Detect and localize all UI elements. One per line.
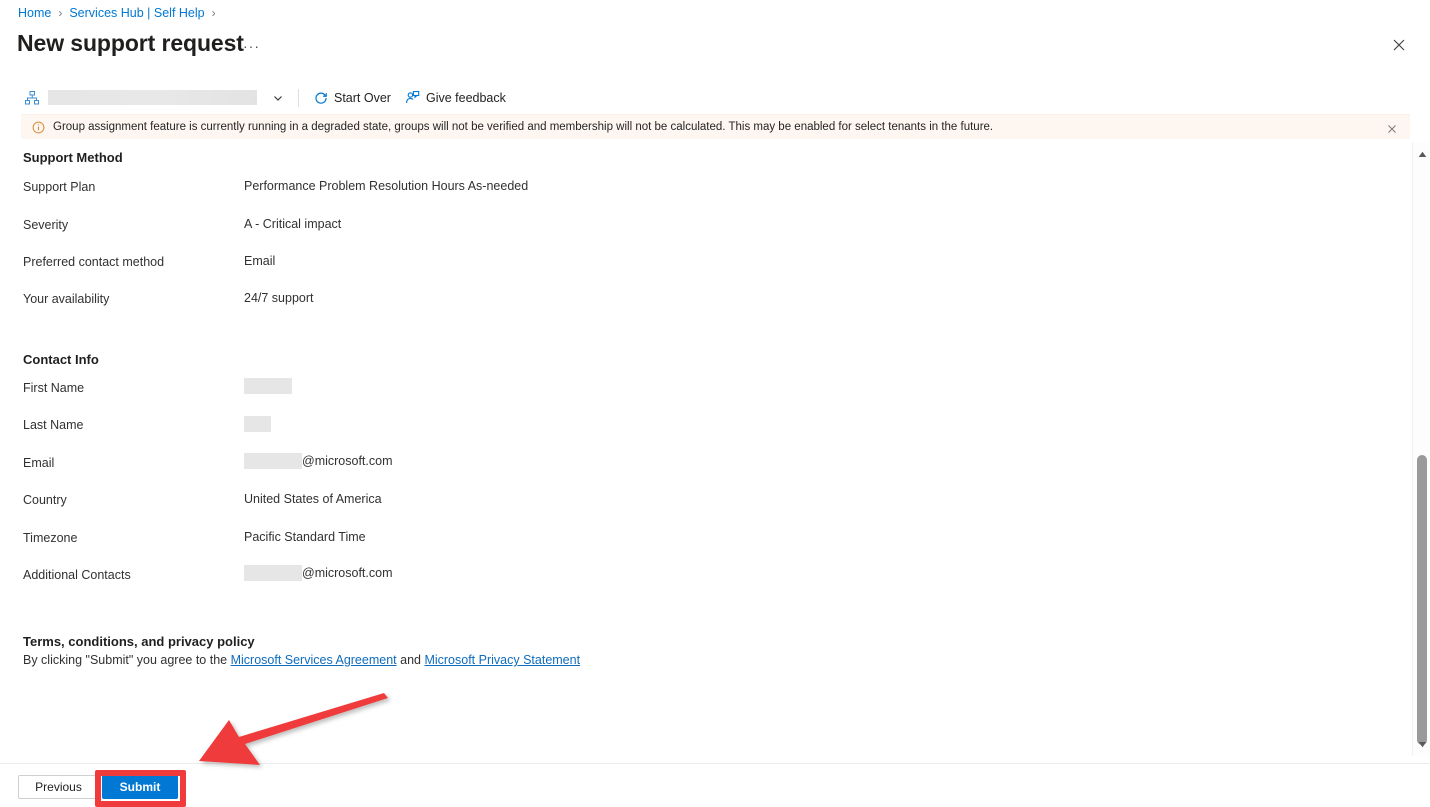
notification-message: Group assignment feature is currently ru… bbox=[53, 121, 994, 133]
info-circle-icon bbox=[31, 120, 45, 134]
terms-text: By clicking "Submit" you agree to the Mi… bbox=[23, 653, 580, 667]
give-feedback-button[interactable]: Give feedback bbox=[405, 90, 506, 105]
support-request-page: Home › Services Hub | Self Help › New su… bbox=[0, 0, 1430, 807]
redacted-first-name bbox=[244, 378, 292, 394]
label-last-name: Last Name bbox=[23, 418, 84, 432]
refresh-icon bbox=[313, 90, 328, 105]
vertical-scrollbar[interactable] bbox=[1412, 142, 1430, 756]
value-preferred-contact-method: Email bbox=[244, 254, 276, 268]
command-bar: Start Over Give feedback bbox=[0, 84, 1430, 111]
form-content: Support Method Support Plan Performance … bbox=[0, 142, 1412, 752]
section-heading-terms: Terms, conditions, and privacy policy bbox=[23, 634, 255, 649]
value-support-plan: Performance Problem Resolution Hours As-… bbox=[244, 179, 529, 193]
label-timezone: Timezone bbox=[23, 531, 78, 545]
label-first-name: First Name bbox=[23, 381, 85, 395]
scope-selector-value[interactable] bbox=[48, 90, 257, 105]
value-first-name bbox=[244, 378, 292, 394]
value-email: @microsoft.com bbox=[244, 453, 392, 469]
scroll-thumb[interactable] bbox=[1417, 455, 1427, 745]
value-country: United States of America bbox=[244, 492, 382, 506]
previous-button[interactable]: Previous bbox=[18, 775, 99, 799]
email-domain: @microsoft.com bbox=[302, 454, 393, 468]
label-severity: Severity bbox=[23, 218, 69, 232]
value-your-availability: 24/7 support bbox=[244, 291, 314, 305]
give-feedback-label: Give feedback bbox=[425, 90, 506, 105]
value-additional-contacts: @microsoft.com bbox=[244, 565, 392, 581]
label-preferred-contact-method: Preferred contact method bbox=[23, 255, 165, 269]
additional-contact-domain: @microsoft.com bbox=[302, 566, 393, 580]
banner-dismiss-icon[interactable] bbox=[1386, 122, 1398, 134]
label-email: Email bbox=[23, 456, 55, 470]
breadcrumb-separator-1: › bbox=[58, 6, 63, 20]
label-your-availability: Your availability bbox=[23, 292, 110, 306]
breadcrumb-separator-2: › bbox=[211, 6, 216, 20]
breadcrumb: Home › Services Hub | Self Help › bbox=[18, 6, 223, 20]
page-title: New support request bbox=[17, 30, 244, 56]
value-severity: A - Critical impact bbox=[244, 217, 342, 231]
command-bar-divider bbox=[298, 88, 299, 107]
start-over-button[interactable]: Start Over bbox=[313, 90, 391, 105]
redacted-additional-contact-local-part bbox=[244, 565, 302, 581]
label-additional-contacts: Additional Contacts bbox=[23, 568, 131, 582]
redacted-last-name bbox=[244, 416, 271, 432]
section-heading-contact-info: Contact Info bbox=[23, 352, 99, 367]
value-last-name bbox=[244, 416, 271, 432]
close-icon[interactable] bbox=[1390, 36, 1408, 54]
terms-prefix: By clicking "Submit" you agree to the bbox=[23, 653, 231, 667]
label-support-plan: Support Plan bbox=[23, 180, 96, 194]
link-privacy-statement[interactable]: Microsoft Privacy Statement bbox=[424, 653, 580, 667]
value-timezone: Pacific Standard Time bbox=[244, 530, 366, 544]
terms-middle: and bbox=[396, 653, 425, 667]
submit-button[interactable]: Submit bbox=[102, 775, 178, 799]
label-country: Country bbox=[23, 493, 67, 507]
notification-banner: Group assignment feature is currently ru… bbox=[21, 114, 1410, 139]
redacted-email-local-part bbox=[244, 453, 302, 469]
form-footer: Previous Submit bbox=[0, 763, 1430, 807]
chevron-down-icon[interactable] bbox=[270, 90, 286, 106]
hierarchy-icon bbox=[24, 90, 40, 106]
link-services-agreement[interactable]: Microsoft Services Agreement bbox=[231, 653, 397, 667]
caret-down-icon[interactable] bbox=[1413, 736, 1430, 752]
start-over-label: Start Over bbox=[334, 90, 391, 105]
caret-up-icon[interactable] bbox=[1413, 146, 1430, 162]
breadcrumb-item-services-hub[interactable]: Services Hub | Self Help bbox=[69, 6, 204, 20]
feedback-person-icon bbox=[405, 90, 420, 105]
section-heading-support-method: Support Method bbox=[23, 150, 123, 165]
more-options-button[interactable]: ··· bbox=[243, 38, 260, 54]
breadcrumb-item-home[interactable]: Home bbox=[18, 6, 51, 20]
